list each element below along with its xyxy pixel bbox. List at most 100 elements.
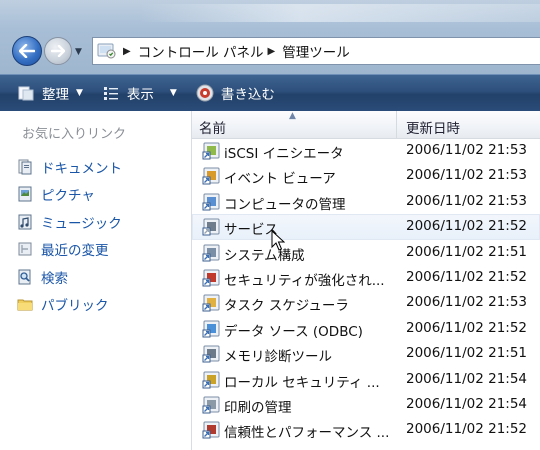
window-titlebar: ▼ ▶ コントロール パネル ▶ 管理ツール: [0, 0, 540, 74]
file-list-pane: ▲ 名前 更新日時 iSCSI イニシエータ 2006/11/02 21:53 イベ…: [192, 111, 540, 450]
firewall-shortcut-icon: [202, 269, 220, 287]
favorite-link-search[interactable]: 検索: [16, 263, 122, 291]
favorite-links-list: ドキュメント ピクチャ ミュージック 最近の変更 検索 パブリック: [16, 153, 122, 318]
file-name: タスク スケジューラ: [224, 298, 349, 315]
file-name: コンピュータの管理: [224, 196, 346, 213]
favorite-link-music[interactable]: ミュージック: [16, 208, 122, 236]
computer-management-shortcut-icon: [202, 193, 220, 211]
favorite-link-label: ドキュメント: [41, 160, 122, 177]
file-name: データ ソース (ODBC): [224, 323, 363, 340]
views-button[interactable]: 表示 ▼: [95, 79, 183, 107]
command-toolbar: 整理 ▼ 表示 ▼ 書き込む: [0, 74, 540, 111]
file-name: ローカル セキュリティ ...: [224, 374, 380, 391]
file-name: 印刷の管理: [224, 399, 292, 416]
event-viewer-shortcut-icon: [202, 167, 220, 185]
breadcrumb-admin-tools[interactable]: 管理ツール: [282, 41, 350, 61]
reliability-shortcut-icon: [202, 421, 220, 439]
print-management-shortcut-icon: [202, 396, 220, 414]
favorite-link-label: ミュージック: [41, 215, 122, 232]
file-row[interactable]: 信頼性とパフォーマンス ... 2006/11/02 21:52: [192, 417, 540, 442]
title-glass-blur: [140, 4, 540, 22]
file-row[interactable]: サービス 2006/11/02 21:52: [192, 214, 540, 240]
file-date-modified: 2006/11/02 21:54: [406, 395, 528, 412]
file-row[interactable]: タスク スケジューラ 2006/11/02 21:53: [192, 290, 540, 315]
local-security-shortcut-icon: [202, 371, 220, 389]
file-row[interactable]: コンピュータの管理 2006/11/02 21:53: [192, 189, 540, 214]
column-header-row: ▲ 名前 更新日時: [192, 111, 540, 139]
mouse-pointer-icon: [271, 230, 285, 251]
file-date-modified: 2006/11/02 21:52: [406, 268, 528, 285]
favorite-link-label: 最近の変更: [41, 243, 109, 260]
file-date-modified: 2006/11/02 21:53: [406, 167, 528, 184]
file-row[interactable]: セキュリティが強化され... 2006/11/02 21:52: [192, 265, 540, 290]
file-name: 信頼性とパフォーマンス ...: [224, 425, 390, 442]
breadcrumb-control-panel[interactable]: コントロール パネル: [138, 41, 264, 61]
forward-button[interactable]: [44, 37, 72, 65]
file-row[interactable]: iSCSI イニシエータ 2006/11/02 21:53: [192, 138, 540, 163]
navigation-pane: お気に入りリンク ドキュメント ピクチャ ミュージック 最近の変更 検索 パブリ…: [0, 111, 192, 450]
file-row[interactable]: データ ソース (ODBC) 2006/11/02 21:52: [192, 316, 540, 341]
organize-label: 整理: [42, 87, 69, 103]
system-config-shortcut-icon: [202, 244, 220, 262]
file-date-modified: 2006/11/02 21:51: [406, 345, 528, 362]
recent-pages-dropdown-icon[interactable]: ▼: [75, 47, 82, 57]
column-header-name[interactable]: 名前: [199, 117, 226, 137]
file-name: セキュリティが強化され...: [224, 272, 385, 289]
file-date-modified: 2006/11/02 21:52: [406, 218, 528, 235]
memory-diagnostic-shortcut-icon: [202, 345, 220, 363]
file-name: iSCSI イニシエータ: [224, 146, 344, 162]
back-arrow-icon: [19, 44, 35, 58]
services-shortcut-icon: [202, 218, 220, 236]
chevron-down-icon: ▼: [169, 88, 177, 98]
column-header-date-modified[interactable]: 更新日時: [406, 117, 460, 137]
file-name: イベント ビューア: [224, 171, 336, 188]
music-icon: [16, 213, 34, 231]
address-bar[interactable]: ▶ コントロール パネル ▶ 管理ツール: [92, 37, 540, 65]
favorite-links-heading: お気に入りリンク: [22, 127, 127, 142]
search-folder-icon: [16, 268, 34, 286]
file-date-modified: 2006/11/02 21:51: [406, 243, 528, 260]
views-label: 表示: [126, 87, 154, 103]
column-divider[interactable]: [396, 111, 397, 138]
sort-ascending-icon: ▲: [289, 111, 296, 121]
favorite-link-public[interactable]: パブリック: [16, 291, 122, 319]
file-name: メモリ診断ツール: [224, 349, 332, 366]
favorite-link-pictures[interactable]: ピクチャ: [16, 181, 122, 209]
chevron-down-icon: ▼: [76, 88, 83, 98]
favorite-link-label: 検索: [41, 270, 68, 287]
file-date-modified: 2006/11/02 21:53: [406, 294, 528, 311]
pictures-icon: [16, 185, 34, 203]
burn-label: 書き込む: [220, 87, 275, 103]
odbc-shortcut-icon: [202, 320, 220, 338]
favorite-link-documents[interactable]: ドキュメント: [16, 153, 122, 181]
file-row[interactable]: イベント ビューア 2006/11/02 21:53: [192, 163, 540, 188]
file-date-modified: 2006/11/02 21:53: [406, 142, 528, 158]
file-name: サービス: [224, 222, 278, 239]
forward-arrow-icon: [51, 45, 65, 57]
favorite-link-recent-changes[interactable]: 最近の変更: [16, 236, 122, 264]
breadcrumb-separator-icon: ▶: [267, 45, 276, 57]
favorite-link-label: パブリック: [41, 298, 109, 315]
organize-icon: [16, 84, 36, 102]
file-rows: iSCSI イニシエータ 2006/11/02 21:53 イベント ビューア 200…: [192, 138, 540, 443]
organize-button[interactable]: 整理 ▼: [10, 79, 89, 107]
file-date-modified: 2006/11/02 21:52: [406, 319, 528, 336]
file-row[interactable]: 印刷の管理 2006/11/02 21:54: [192, 392, 540, 417]
burn-disc-icon: [195, 84, 215, 102]
file-row[interactable]: ローカル セキュリティ ... 2006/11/02 21:54: [192, 367, 540, 392]
task-scheduler-shortcut-icon: [202, 294, 220, 312]
public-folder-icon: [16, 295, 34, 313]
favorite-link-label: ピクチャ: [41, 188, 95, 205]
recent-changes-icon: [16, 240, 34, 258]
iscsi-shortcut-icon: [202, 142, 220, 160]
documents-icon: [16, 158, 34, 176]
back-button[interactable]: [12, 36, 42, 66]
burn-button[interactable]: 書き込む: [189, 79, 281, 107]
views-icon: [101, 84, 121, 102]
file-date-modified: 2006/11/02 21:54: [406, 370, 528, 387]
file-row[interactable]: メモリ診断ツール 2006/11/02 21:51: [192, 341, 540, 366]
file-row[interactable]: システム構成 2006/11/02 21:51: [192, 240, 540, 265]
file-name: システム構成: [224, 247, 305, 264]
breadcrumb-separator-icon: ▶: [123, 45, 131, 57]
file-date-modified: 2006/11/02 21:52: [406, 421, 528, 438]
